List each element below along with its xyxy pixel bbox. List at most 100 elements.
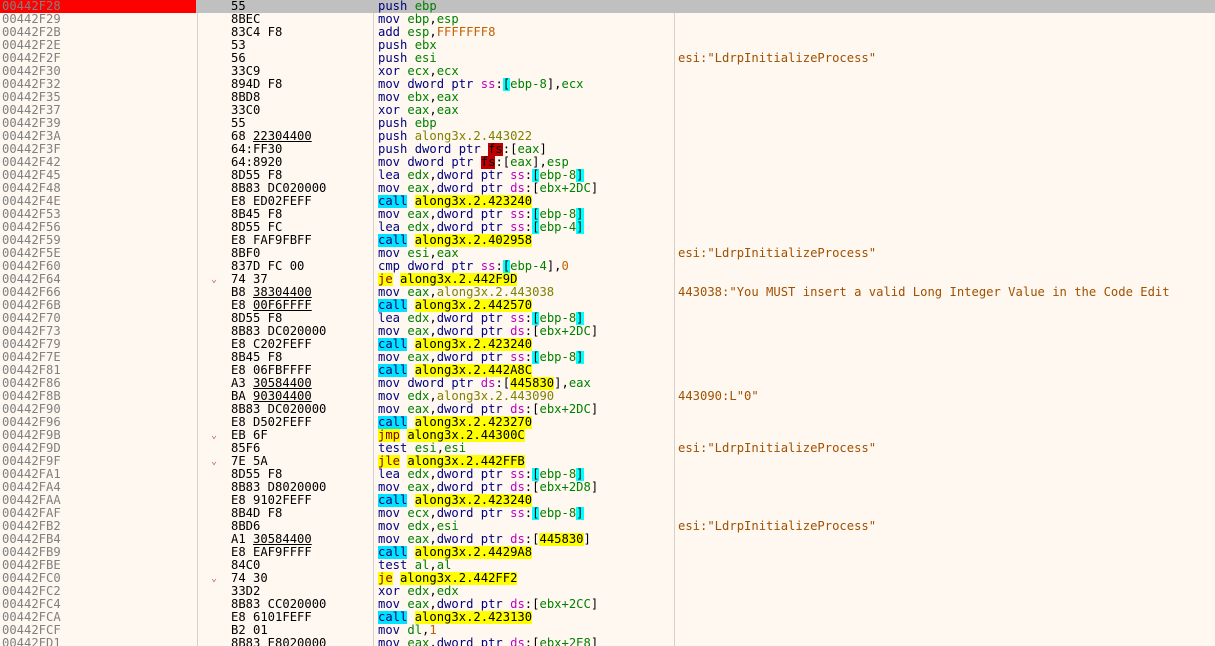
disasm-row[interactable]: 00442F73 8B83 DC020000 mov eax,dword ptr d… (0, 325, 1215, 338)
bytes-cell: BA 90304400 (231, 390, 312, 403)
disasm-row[interactable]: 00442FA1 8D55 F8 lea edx,dword ptr ss:[ebp… (0, 468, 1215, 481)
disasm-row[interactable]: 00442F64 ⌄ 74 37 je along3x.2.442F9D (0, 273, 1215, 286)
instruction-cell: mov eax,dword ptr ds:[ebx+2DC] (378, 403, 599, 416)
disasm-row[interactable]: 00442FB9 E8 EAF9FFFF call along3x.2.4429A8 (0, 546, 1215, 559)
disasm-row[interactable]: 00442F96 E8 D502FEFF call along3x.2.423270 (0, 416, 1215, 429)
instruction-cell: lea edx,dword ptr ss:[ebp-8] (378, 169, 584, 182)
instruction-cell: mov eax,dword ptr ds:[ebx+2CC] (378, 598, 599, 611)
instruction-cell: mov eax,dword ptr ds:[445830] (378, 533, 591, 546)
disasm-row[interactable]: 00442F7E 8B45 F8 mov eax,dword ptr ss:[ebp… (0, 351, 1215, 364)
comment-cell: esi:"LdrpInitializeProcess" (678, 247, 877, 260)
bytes-cell: E8 ED02FEFF (231, 195, 312, 208)
disasm-row[interactable]: 00442F4E E8 ED02FEFF call along3x.2.423240 (0, 195, 1215, 208)
disasm-row[interactable]: 00442F66 B8 38304400 mov eax,along3x.2.443… (0, 286, 1215, 299)
bytes-cell: 83C4 F8 (231, 26, 283, 39)
disasm-row[interactable]: 00442F42 64:8920 mov dword ptr fs:[eax],es… (0, 156, 1215, 169)
address-cell: 00442FD1 (2, 636, 61, 646)
disasm-row[interactable]: 00442F2E 53 push ebx (0, 39, 1215, 52)
disasm-row[interactable]: 00442FC2 33D2 xor edx,edx (0, 585, 1215, 598)
disasm-row[interactable]: 00442F39 55 push ebp (0, 117, 1215, 130)
disassembly-view[interactable]: 00442F28 55 push ebp 00442F29 8BEC mov ebp,es… (0, 0, 1215, 646)
bytes-cell: B2 01 (231, 624, 268, 637)
disasm-row[interactable]: 00442F30 33C9 xor ecx,ecx (0, 65, 1215, 78)
disasm-row[interactable]: 00442F79 E8 C202FEFF call along3x.2.423240 (0, 338, 1215, 351)
disasm-row[interactable]: 00442F9D 85F6 test esi,esi esi:"LdrpInitial… (0, 442, 1215, 455)
bytes-cell: 74 37 (231, 273, 268, 286)
jump-arrow-icon: ⌄ (211, 573, 218, 584)
disasm-row[interactable]: 00442FAF 8B4D F8 mov ecx,dword ptr ss:[ebp… (0, 507, 1215, 520)
disasm-row[interactable]: 00442FCA E8 6101FEFF call along3x.2.423130 (0, 611, 1215, 624)
instruction-cell: mov eax,dword ptr ss:[ebp-8] (378, 208, 584, 221)
bytes-cell: E8 EAF9FFFF (231, 546, 312, 559)
instruction-cell: mov eax,dword ptr ds:[ebx+2DC] (378, 182, 599, 195)
bytes-cell: 8B83 D8020000 (231, 481, 327, 494)
instruction-cell: call along3x.2.442A8C (378, 364, 533, 377)
bytes-cell: A3 30584400 (231, 377, 312, 390)
instruction-cell: mov ecx,dword ptr ss:[ebp-8] (378, 507, 584, 520)
bytes-cell: 8BD6 (231, 520, 261, 533)
instruction-cell: push ebp (378, 117, 437, 130)
disasm-row[interactable]: 00442F37 33C0 xor eax,eax (0, 104, 1215, 117)
disasm-row[interactable]: 00442F29 8BEC mov ebp,esp (0, 13, 1215, 26)
disasm-row[interactable]: 00442F81 E8 06FBFFFF call along3x.2.442A8C (0, 364, 1215, 377)
disasm-row[interactable]: 00442F56 8D55 FC lea edx,dword ptr ss:[ebp… (0, 221, 1215, 234)
instruction-cell: call along3x.2.4429A8 (378, 546, 533, 559)
instruction-cell: mov eax,dword ptr ss:[ebp-8] (378, 351, 584, 364)
disasm-row[interactable]: 00442F2F 56 push esi esi:"LdrpInitializePro… (0, 52, 1215, 65)
bytes-cell: 8D55 F8 (231, 169, 283, 182)
disasm-row[interactable]: 00442F60 837D FC 00 cmp dword ptr ss:[ebp-… (0, 260, 1215, 273)
instruction-cell: call along3x.2.423240 (378, 494, 533, 507)
disasm-row[interactable]: 00442FB2 8BD6 mov edx,esi esi:"LdrpInitiali… (0, 520, 1215, 533)
comment-cell: esi:"LdrpInitializeProcess" (678, 520, 877, 533)
disasm-row[interactable]: 00442F8B BA 90304400 mov edx,along3x.2.443… (0, 390, 1215, 403)
disasm-row[interactable]: 00442FD1 8B83 E8020000 mov eax,dword ptr d… (0, 637, 1215, 646)
instruction-cell: push esi (378, 52, 437, 65)
instruction-cell: mov edx,esi (378, 520, 459, 533)
bytes-cell: E8 D502FEFF (231, 416, 312, 429)
disasm-row[interactable]: 00442FAA E8 9102FEFF call along3x.2.423240 (0, 494, 1215, 507)
bytes-cell: 8D55 F8 (231, 312, 283, 325)
disasm-row[interactable]: 00442F2B 83C4 F8 add esp,FFFFFFF8 (0, 26, 1215, 39)
instruction-cell: mov dword ptr ds:[445830],eax (378, 377, 591, 390)
disasm-row[interactable]: 00442F48 8B83 DC020000 mov eax,dword ptr d… (0, 182, 1215, 195)
disasm-row[interactable]: 00442F59 E8 FAF9FBFF call along3x.2.402958 (0, 234, 1215, 247)
disasm-row[interactable]: 00442F32 894D F8 mov dword ptr ss:[ebp-8],… (0, 78, 1215, 91)
disasm-row[interactable]: 00442F9B ⌄ EB 6F jmp along3x.2.44300C (0, 429, 1215, 442)
disasm-row[interactable]: 00442F70 8D55 F8 lea edx,dword ptr ss:[ebp… (0, 312, 1215, 325)
disasm-row[interactable]: 00442FBE 84C0 test al,al (0, 559, 1215, 572)
instruction-cell: add esp,FFFFFFF8 (378, 26, 496, 39)
disasm-row[interactable]: 00442FB4 A1 30584400 mov eax,dword ptr ds:… (0, 533, 1215, 546)
disasm-row[interactable]: 00442FC4 8B83 CC020000 mov eax,dword ptr d… (0, 598, 1215, 611)
disasm-row[interactable]: 00442F6B E8 00F6FFFF call along3x.2.442570 (0, 299, 1215, 312)
instruction-cell: lea edx,dword ptr ss:[ebp-8] (378, 312, 584, 325)
instruction-cell: call along3x.2.423130 (378, 611, 533, 624)
disasm-row[interactable]: 00442F3F 64:FF30 push dword ptr fs:[eax] (0, 143, 1215, 156)
instruction-cell: lea edx,dword ptr ss:[ebp-8] (378, 468, 584, 481)
disasm-row[interactable]: 00442F28 55 push ebp (0, 0, 1215, 13)
disasm-row[interactable]: 00442F3A 68 22304400 push along3x.2.443022 (0, 130, 1215, 143)
instruction-cell: mov dword ptr fs:[eax],esp (378, 156, 569, 169)
disasm-row[interactable]: 00442F90 8B83 DC020000 mov eax,dword ptr d… (0, 403, 1215, 416)
instruction-cell: jmp along3x.2.44300C (378, 429, 525, 442)
instruction-cell: je along3x.2.442F9D (378, 273, 518, 286)
disasm-row[interactable]: 00442F35 8BD8 mov ebx,eax (0, 91, 1215, 104)
disasm-row[interactable]: 00442FA4 8B83 D8020000 mov eax,dword ptr d… (0, 481, 1215, 494)
instruction-cell: je along3x.2.442FF2 (378, 572, 518, 585)
disasm-row[interactable]: 00442FC0 ⌄ 74 30 je along3x.2.442FF2 (0, 572, 1215, 585)
disasm-row[interactable]: 00442F9F ⌄ 7E 5A jle along3x.2.442FFB (0, 455, 1215, 468)
instruction-cell: call along3x.2.402958 (378, 234, 533, 247)
instruction-cell: mov dl,1 (378, 624, 437, 637)
disasm-row[interactable]: 00442F86 A3 30584400 mov dword ptr ds:[445… (0, 377, 1215, 390)
bytes-cell: E8 06FBFFFF (231, 364, 312, 377)
bytes-cell: EB 6F (231, 429, 268, 442)
disasm-row[interactable]: 00442F5E 8BF0 mov esi,eax esi:"LdrpInitiali… (0, 247, 1215, 260)
bytes-cell: 8B83 DC020000 (231, 325, 327, 338)
bytes-cell: B8 38304400 (231, 286, 312, 299)
disasm-row[interactable]: 00442F53 8B45 F8 mov eax,dword ptr ss:[ebp… (0, 208, 1215, 221)
disasm-row[interactable]: 00442FCF B2 01 mov dl,1 (0, 624, 1215, 637)
bytes-cell: 33D2 (231, 585, 261, 598)
instruction-cell: xor eax,eax (378, 104, 459, 117)
bytes-cell: 74 30 (231, 572, 268, 585)
disasm-row[interactable]: 00442F45 8D55 F8 lea edx,dword ptr ss:[ebp… (0, 169, 1215, 182)
bytes-cell: 56 (231, 52, 246, 65)
